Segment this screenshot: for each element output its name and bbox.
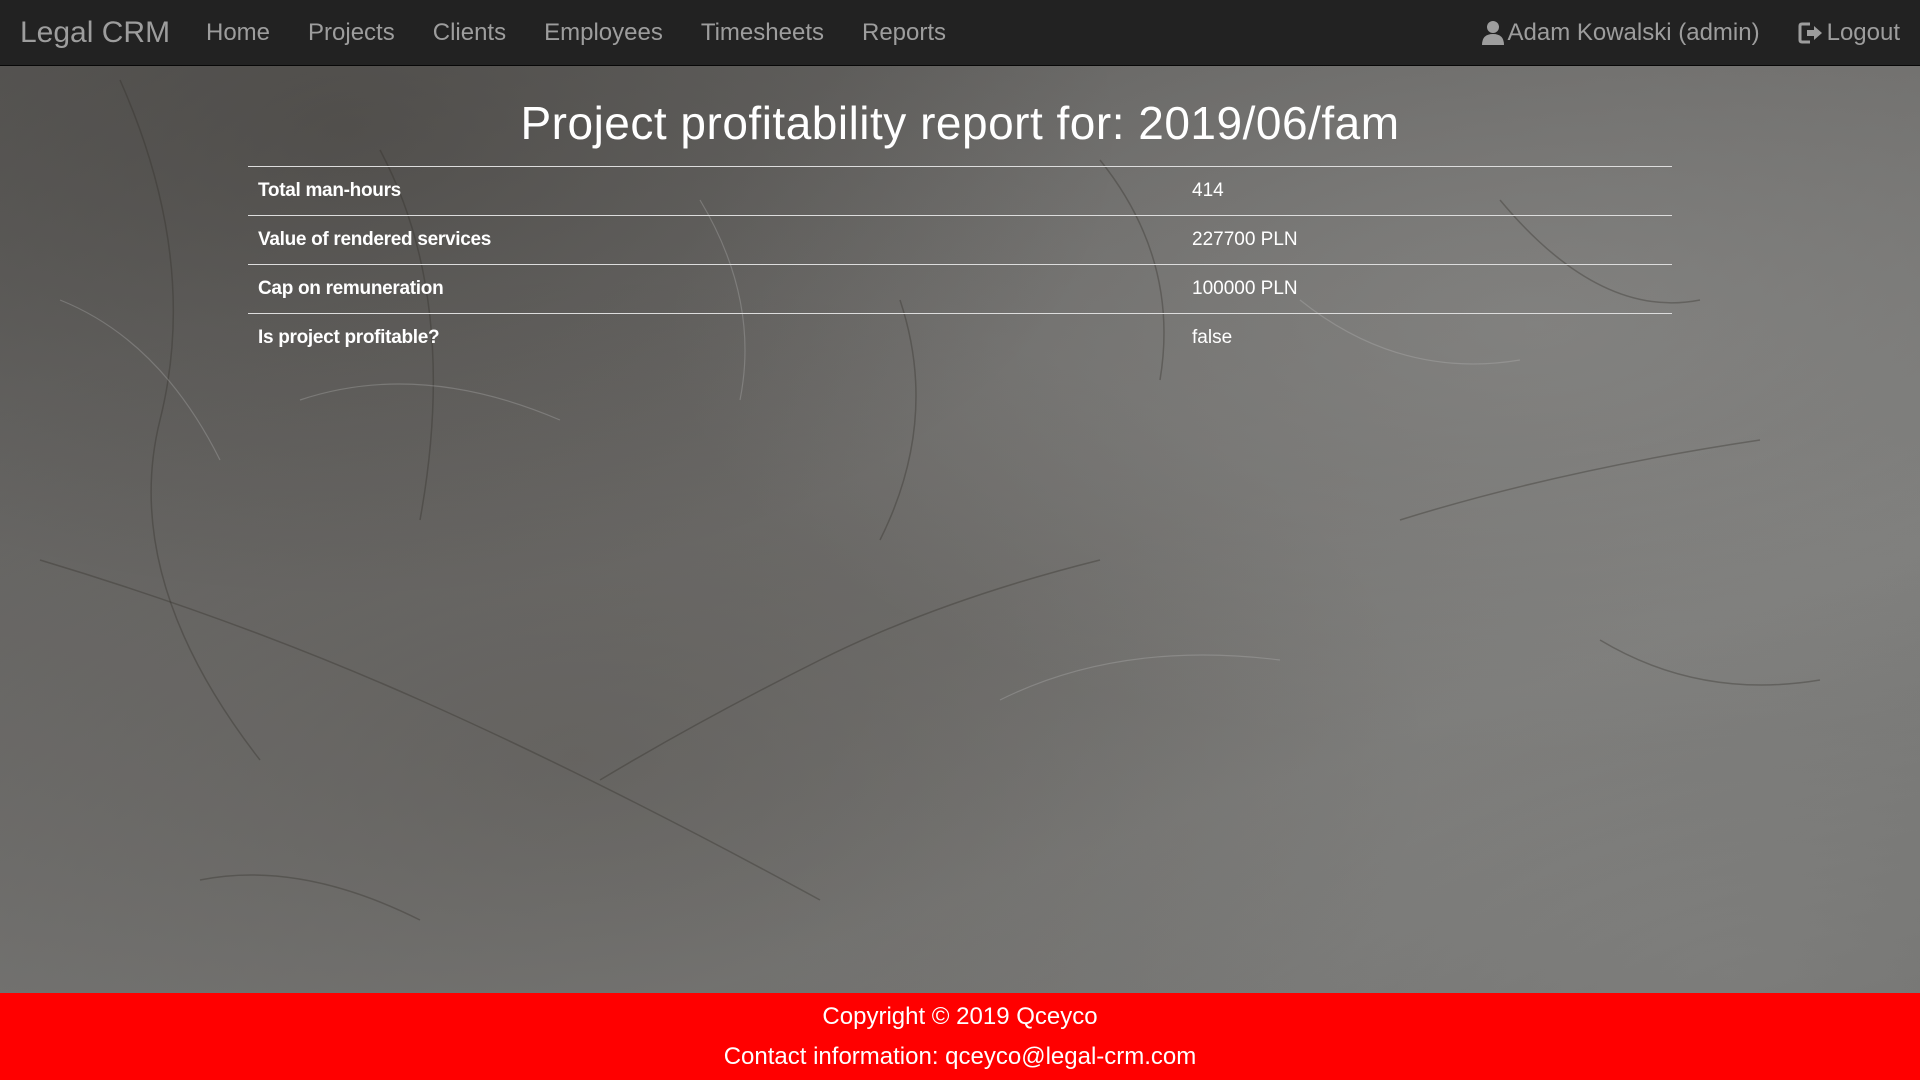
- table-row: Cap on remuneration 100000 PLN: [248, 264, 1672, 314]
- nav-reports[interactable]: Reports: [843, 0, 965, 66]
- table-row: Total man-hours 414: [248, 166, 1672, 216]
- table-row: Value of rendered services 227700 PLN: [248, 215, 1672, 265]
- user-name: Adam Kowalski (admin): [1507, 19, 1760, 46]
- main-nav: Home Projects Clients Employees Timeshee…: [187, 0, 965, 66]
- nav-projects[interactable]: Projects: [289, 0, 414, 66]
- nav-clients[interactable]: Clients: [414, 0, 525, 66]
- background-texture: [39, 79, 1821, 921]
- row-label: Total man-hours: [248, 166, 1182, 216]
- page-title: Project profitability report for: 2019/0…: [520, 97, 1400, 149]
- row-value: 100000 PLN: [1182, 264, 1672, 314]
- nav-home[interactable]: Home: [187, 0, 289, 66]
- table-row: Is project profitable? false: [248, 313, 1672, 362]
- nav-employees[interactable]: Employees: [525, 0, 682, 66]
- row-value: 414: [1182, 166, 1672, 216]
- nav-timesheets[interactable]: Timesheets: [682, 0, 843, 66]
- footer: Copyright © 2019 Qceyco Contact informat…: [0, 993, 1920, 1080]
- row-value: false: [1182, 313, 1672, 362]
- row-label: Is project profitable?: [248, 313, 1182, 362]
- row-label: Value of rendered services: [248, 215, 1182, 265]
- top-navbar: Legal CRM Home Projects Clients Employee…: [0, 0, 1920, 66]
- row-value: 227700 PLN: [1182, 215, 1672, 265]
- logout-link[interactable]: Logout: [1798, 0, 1900, 66]
- row-label: Cap on remuneration: [248, 264, 1182, 314]
- user-menu[interactable]: Adam Kowalski (admin): [1481, 0, 1760, 66]
- logout-label: Logout: [1826, 19, 1900, 46]
- report-table: Total man-hours 414 Value of rendered se…: [248, 166, 1672, 362]
- logout-icon: [1798, 22, 1822, 44]
- user-icon: [1481, 21, 1504, 45]
- copyright-text: Copyright © 2019 Qceyco: [822, 1003, 1098, 1030]
- brand-link[interactable]: Legal CRM: [20, 0, 170, 66]
- user-nav: Adam Kowalski (admin) Logout: [1481, 0, 1900, 66]
- contact-info: Contact information: qceyco@legal-crm.co…: [723, 1043, 1197, 1070]
